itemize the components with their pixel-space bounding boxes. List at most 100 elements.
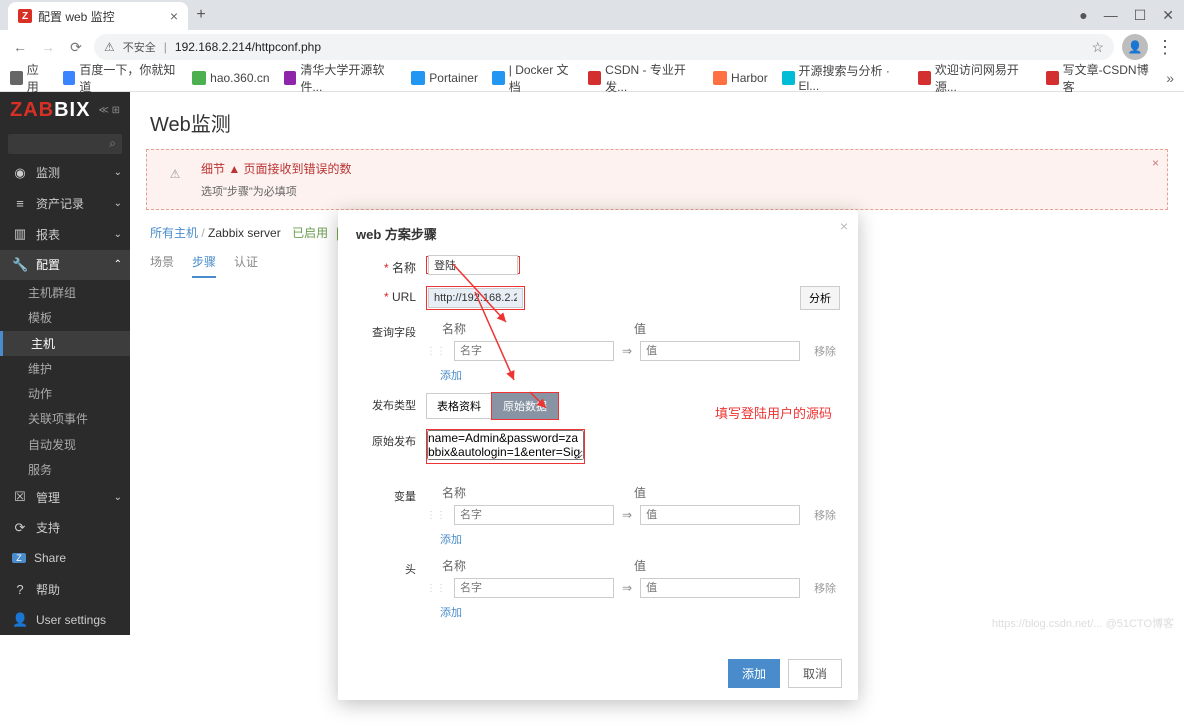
raw-post-textarea[interactable] [427,430,584,460]
sidebar-share[interactable]: ZShare [0,543,130,574]
sidebar-search[interactable]: ⌕ [8,134,122,154]
drag-handle-icon[interactable]: ⋮⋮ [426,583,446,594]
remove-link[interactable]: 移除 [814,580,836,596]
apps-button[interactable]: 应用 [10,61,49,95]
header-value-input[interactable] [640,578,800,598]
bookmark-item[interactable]: 欢迎访问网易开源... [918,61,1032,95]
headers-label: 头 [356,557,426,577]
bookmark-item[interactable]: Harbor [713,71,768,85]
bookmark-item[interactable]: 开源搜索与分析 · El... [782,62,904,93]
posttype-label: 发布类型 [356,393,426,413]
remove-link[interactable]: 移除 [814,343,836,359]
modal-close-icon[interactable]: × [840,218,848,234]
sidebar-item-admin[interactable]: ☒管理⌄ [0,482,130,513]
forward-icon: → [38,39,58,55]
sidebar-sub-services[interactable]: 服务 [0,457,130,482]
url-label: * URL [356,286,426,304]
maximize-icon[interactable]: ☐ [1134,7,1147,24]
crumb-all-hosts[interactable]: 所有主机 [150,226,198,240]
modal-add-button[interactable]: 添加 [728,659,780,688]
crumb-server[interactable]: Zabbix server [208,226,281,240]
raw-label: 原始发布 [356,429,426,449]
step-modal: × web 方案步骤 * 名称 * URL 分析 查询字段 名称值 [338,210,858,700]
sidebar-item-inventory[interactable]: ≡资产记录⌄ [0,188,130,219]
parse-button[interactable]: 分析 [800,286,840,310]
bookmarks-more-icon[interactable]: » [1166,70,1174,86]
bookmark-item[interactable]: 百度一下，你就知道 [63,61,179,95]
browser-tab[interactable]: Z 配置 web 监控 × [8,2,188,30]
reload-icon[interactable]: ⟳ [66,39,86,56]
drag-handle-icon[interactable]: ⋮⋮ [426,346,446,357]
var-name-input[interactable] [454,505,614,525]
tab-auth[interactable]: 认证 [234,253,258,278]
address-bar[interactable]: ⚠ 不安全 | 192.168.2.214/httpconf.php ☆ [94,34,1114,60]
var-add-link[interactable]: 添加 [440,531,462,547]
kebab-menu-icon[interactable]: ⋮ [1156,37,1174,58]
tab-steps[interactable]: 步骤 [192,253,216,278]
bookmark-item[interactable]: Portainer [411,71,478,85]
sidebar-help[interactable]: ?帮助 [0,574,130,605]
search-icon: ⌕ [109,136,116,151]
minimize-icon[interactable]: — [1104,7,1118,24]
posttype-form[interactable]: 表格资料 [426,393,492,419]
tab-scenario[interactable]: 场景 [150,253,174,278]
sidebar-sub-maintenance[interactable]: 维护 [0,356,130,381]
warning-close-icon[interactable]: × [1152,156,1159,170]
query-name-input[interactable] [454,341,614,361]
vars-label: 变量 [356,484,426,504]
logo[interactable]: ZABBIX ≪ ⊞ [0,92,130,130]
sidebar-sub-hosts[interactable]: 主机 [0,331,130,356]
modal-title: web 方案步骤 [356,224,840,243]
warning-detail: 选项"步骤"为必填项 [201,183,352,199]
sidebar: ZABBIX ≪ ⊞ ⌕ ◉监测⌄ ≡资产记录⌄ ▥报表⌄ 🔧配置⌃ 主机群组 … [0,92,130,635]
query-add-link[interactable]: 添加 [440,367,462,383]
header-add-link[interactable]: 添加 [440,604,462,620]
bookmark-item[interactable]: 写文章-CSDN博客 [1046,61,1152,95]
sidebar-item-reports[interactable]: ▥报表⌄ [0,219,130,250]
query-value-input[interactable] [640,341,800,361]
sidebar-support[interactable]: ⟳支持 [0,513,130,544]
sidebar-item-monitoring[interactable]: ◉监测⌄ [0,158,130,189]
bookmark-item[interactable]: 清华大学开源软件... [284,61,398,95]
posttype-raw[interactable]: 原始数据 [492,393,558,419]
warning-icon: ⚠ [161,160,189,188]
account-dot-icon[interactable]: ● [1079,7,1087,24]
bookmarks-bar: 应用 百度一下，你就知道 hao.360.cn 清华大学开源软件... Port… [0,64,1184,92]
close-icon[interactable]: × [170,8,178,24]
page-title: Web监测 [130,92,1184,149]
drag-handle-icon[interactable]: ⋮⋮ [426,510,446,521]
url-input[interactable] [428,288,523,308]
insecure-label: 不安全 [123,39,156,55]
enabled-label: 已启用 [292,226,328,240]
sidebar-sub-discovery[interactable]: 自动发现 [0,431,130,456]
url-text: 192.168.2.214/httpconf.php [175,40,321,54]
sidebar-sub-correlation[interactable]: 关联项事件 [0,406,130,431]
warning-box: ⚠ 细节 ▲ 页面接收到错误的数 选项"步骤"为必填项 × [146,149,1168,210]
close-window-icon[interactable]: ✕ [1162,7,1174,24]
header-name-input[interactable] [454,578,614,598]
bookmark-item[interactable]: hao.360.cn [192,71,269,85]
back-icon[interactable]: ← [10,39,30,55]
remove-link[interactable]: 移除 [814,507,836,523]
sidebar-sub-hostgroups[interactable]: 主机群组 [0,280,130,305]
name-label: * 名称 [356,255,426,276]
warning-header[interactable]: 细节 ▲ 页面接收到错误的数 [201,160,352,177]
sidebar-user-settings[interactable]: 👤User settings [0,604,130,635]
sidebar-sub-actions[interactable]: 动作 [0,381,130,406]
profile-avatar[interactable]: 👤 [1122,34,1148,60]
name-input[interactable] [428,255,518,275]
bookmark-item[interactable]: CSDN - 专业开发... [588,61,699,95]
insecure-icon: ⚠ [104,40,115,54]
new-tab-button[interactable]: + [188,6,214,24]
query-label: 查询字段 [356,320,426,340]
bookmark-star-icon[interactable]: ☆ [1091,39,1104,56]
collapse-icon[interactable]: ≪ ⊞ [98,105,120,116]
var-value-input[interactable] [640,505,800,525]
tab-title: 配置 web 监控 [38,8,164,25]
zabbix-favicon: Z [18,9,32,23]
watermark: https://blog.csdn.net/... @51CTO博客 [992,615,1174,631]
sidebar-item-config[interactable]: 🔧配置⌃ [0,250,130,281]
bookmark-item[interactable]: | Docker 文档 [492,61,574,95]
modal-cancel-button[interactable]: 取消 [788,659,842,688]
sidebar-sub-templates[interactable]: 模板 [0,305,130,330]
